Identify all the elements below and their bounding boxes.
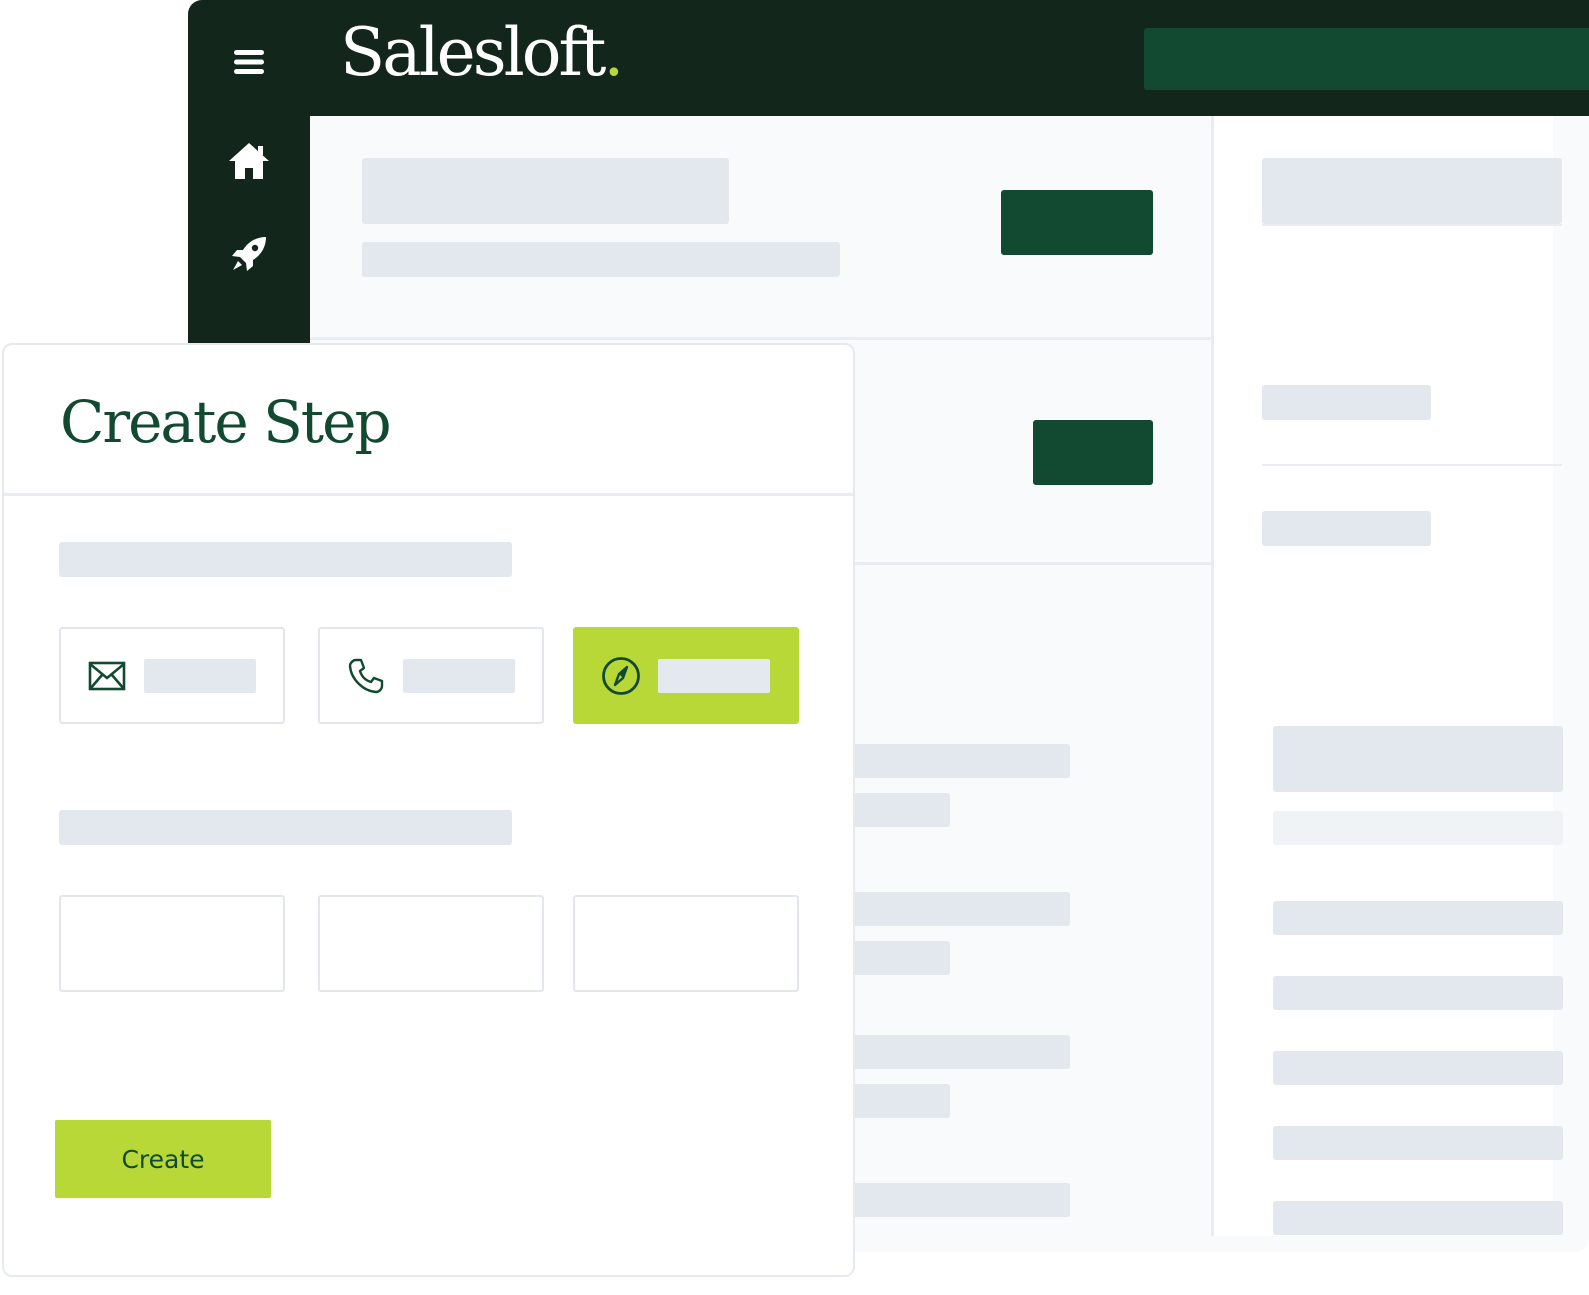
right-panel-faint-skeleton [1273,811,1563,845]
salesloft-logo[interactable]: Salesloft. [340,20,624,86]
option-tile[interactable] [59,895,285,992]
phone-icon [346,656,386,696]
right-panel-row-skeleton [1273,901,1563,935]
list-row-title [848,1035,1070,1069]
rocket-icon[interactable] [224,229,274,279]
right-panel-label-skeleton [1262,511,1431,546]
compass-icon [601,656,641,696]
tile-label-skeleton [658,659,770,693]
modal-title: Create Step [60,388,392,456]
tile-label-skeleton [403,659,515,693]
create-button[interactable]: Create [55,1120,271,1198]
step-type-label-skeleton [59,542,512,577]
page-subtitle-skeleton [362,242,840,277]
right-panel-divider-line [1262,464,1562,466]
list-row-subtitle [848,941,950,975]
right-panel-row-skeleton [1273,1201,1563,1235]
list-row-subtitle [848,793,950,827]
section-divider [310,337,1211,340]
step-type-email-tile[interactable] [59,627,285,724]
step-type-phone-tile[interactable] [318,627,544,724]
option-tile[interactable] [318,895,544,992]
right-panel-label-skeleton [1262,385,1431,420]
list-row-title [848,744,1070,778]
right-panel-divider-line [1262,224,1562,226]
list-row-title [848,1183,1070,1217]
right-panel-header-skeleton [1262,158,1562,224]
list-row-title [848,892,1070,926]
right-panel-divider [1211,116,1214,1236]
list-row-subtitle [848,1084,950,1118]
right-panel-row-skeleton [1273,976,1563,1010]
section-divider [848,562,1214,565]
option-tile[interactable] [573,895,799,992]
second-section-label-skeleton [59,810,512,845]
right-panel-block-skeleton [1273,726,1563,792]
tile-label-skeleton [144,659,256,693]
step-type-compass-tile[interactable] [573,627,799,724]
menu-icon[interactable] [224,37,274,87]
primary-action-button[interactable] [1001,190,1153,255]
modal-header-divider [4,493,853,496]
email-icon [87,656,127,696]
header-search-bar[interactable] [1144,28,1589,90]
right-panel-row-skeleton [1273,1051,1563,1085]
app-header: Salesloft. [310,0,1589,116]
right-panel-row-skeleton [1273,1126,1563,1160]
home-icon[interactable] [224,136,274,186]
create-step-modal: Create Step Create [2,343,855,1277]
secondary-action-button[interactable] [1033,420,1153,485]
page-title-skeleton [362,158,729,224]
